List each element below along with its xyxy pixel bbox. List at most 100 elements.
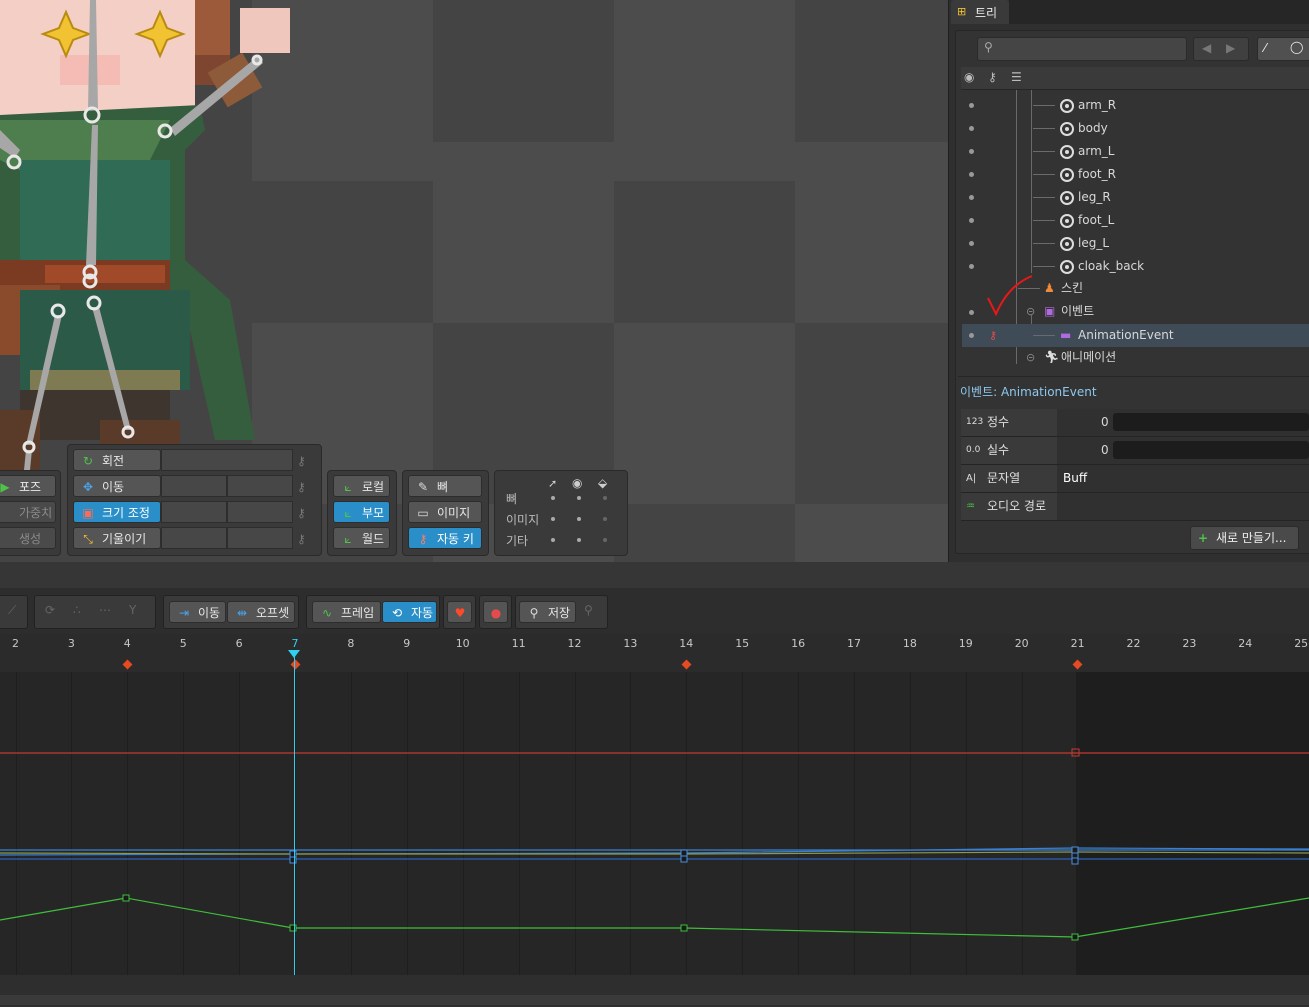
tree-item-animations[interactable]: ⊝ 🏃︎ 애니메이션 <box>962 346 1309 369</box>
timeline-move-button[interactable]: ⇥ 이동 <box>169 601 226 623</box>
ghost-button[interactable]: ● <box>483 601 508 623</box>
visibility-toggle[interactable] <box>969 172 974 177</box>
vis-toggle[interactable] <box>577 517 581 521</box>
curve-linear-icon[interactable]: ⟋ <box>8 603 16 618</box>
green-curve-key <box>680 924 688 932</box>
timeline-offset-button[interactable]: ⇹ 오프셋 <box>227 601 295 623</box>
visibility-toggle[interactable] <box>969 149 974 154</box>
scale-tool-button[interactable]: ▣ 크기 조정 <box>73 501 161 523</box>
prop-string-field[interactable]: Buff <box>1057 465 1309 492</box>
move-tool-button[interactable]: ✥ 이동 <box>73 475 161 497</box>
move-x-slot[interactable] <box>161 475 227 497</box>
playhead-handle[interactable] <box>288 650 300 658</box>
vis-toggle[interactable] <box>577 496 581 500</box>
local-axes-button[interactable]: ⟀ 로컬 <box>333 475 390 497</box>
visibility-column-icon[interactable]: ◉ <box>964 70 974 84</box>
frame-tick-label: 9 <box>403 637 411 650</box>
load-pose-icon[interactable]: ⚲ <box>584 603 593 617</box>
auto-key-button[interactable]: ⚷ 자동 키 <box>408 527 482 549</box>
rotate-key-icon[interactable]: ⚷ <box>297 454 311 468</box>
tree-item-label: 애니메이션 <box>1061 350 1117 364</box>
vis-toggle[interactable] <box>603 496 607 500</box>
vis-toggle[interactable] <box>603 538 607 542</box>
prop-float-value: 0 <box>1101 443 1109 457</box>
shear-y-slot[interactable] <box>227 527 293 549</box>
hierarchy-column-icon[interactable]: ☰ <box>1011 70 1022 84</box>
float-slider[interactable] <box>1113 441 1309 459</box>
dotted-icon[interactable]: ⋯ <box>99 603 111 617</box>
search-prev-icon[interactable]: ◀ <box>1202 41 1211 55</box>
visibility-toggle[interactable] <box>969 195 974 200</box>
tree-item-body[interactable]: body <box>962 117 1309 140</box>
shear-key-icon[interactable]: ⚷ <box>297 532 311 546</box>
auto-button[interactable]: ⟲ 자동 <box>382 601 437 623</box>
prop-audio-field[interactable] <box>1057 493 1309 520</box>
vis-toggle[interactable] <box>551 538 555 542</box>
tree-item-arm-r[interactable]: arm_R <box>962 94 1309 117</box>
move-y-slot[interactable] <box>227 475 293 497</box>
shear-x-slot[interactable] <box>161 527 227 549</box>
vis-toggle[interactable] <box>603 517 607 521</box>
new-event-button[interactable]: + 새로 만들기... <box>1190 526 1299 550</box>
bezier-icon[interactable]: ∴ <box>73 603 81 617</box>
scale-y-slot[interactable] <box>227 501 293 523</box>
weights-mode-button[interactable]: 가중치 <box>0 501 56 523</box>
scale-key-icon[interactable]: ⚷ <box>297 506 311 520</box>
circle-icon[interactable]: ◯ <box>1290 40 1303 54</box>
save-pose-button[interactable]: ⚲ 저장 <box>519 601 576 623</box>
visibility-toggle[interactable] <box>969 103 974 108</box>
stepped-icon[interactable]: ⟳ <box>45 603 55 617</box>
visibility-toggle[interactable] <box>969 264 974 269</box>
int-slider[interactable] <box>1113 413 1309 431</box>
prop-int-value: 0 <box>1101 415 1109 429</box>
vis-toggle[interactable] <box>551 496 555 500</box>
keys-column-icon[interactable]: ⚷ <box>988 70 997 84</box>
tree-item-leg-r[interactable]: leg_R <box>962 186 1309 209</box>
editor-viewport[interactable]: ▶ 포즈 가중치 생성 ↻ 회전 ⚷ ✥ 이동 ⚷ ▣ 크기 조정 ⚷ ⤡ 기울… <box>0 0 948 562</box>
merge-icon[interactable]: Y <box>129 603 136 617</box>
vis-toggle[interactable] <box>551 517 555 521</box>
move-key-icon[interactable]: ⚷ <box>297 480 311 494</box>
tree-item-arm-l[interactable]: arm_L <box>962 140 1309 163</box>
rotate-value-slot[interactable] <box>161 449 293 471</box>
curves-svg[interactable] <box>0 672 1309 975</box>
tree-item-foot-r[interactable]: foot_R <box>962 163 1309 186</box>
add-icon: + <box>1198 531 1209 545</box>
bone-icon <box>1060 191 1074 205</box>
splitter[interactable] <box>0 562 1309 588</box>
tab-tree[interactable]: ⊞ 트리 <box>951 0 1009 24</box>
ghost-group: ● <box>479 595 512 629</box>
bone-compensate-button[interactable]: ✎ 뼈 <box>408 475 482 497</box>
visibility-toggle[interactable] <box>969 126 974 131</box>
frame-tick-label: 16 <box>791 637 806 650</box>
parent-axes-button[interactable]: ⟀ 부모 <box>333 501 390 523</box>
frame-button[interactable]: ∿ 프레임 <box>312 601 381 623</box>
world-axes-button[interactable]: ⟀ 월드 <box>333 527 390 549</box>
tree-item-foot-l[interactable]: foot_L <box>962 209 1309 232</box>
prop-int-field[interactable]: 0 <box>1057 409 1309 436</box>
visibility-toggle[interactable] <box>969 218 974 223</box>
ghost-key-icon: ● <box>490 606 502 620</box>
frame-tick-label: 17 <box>847 637 861 650</box>
vis-toggle[interactable] <box>577 538 581 542</box>
scale-x-slot[interactable] <box>161 501 227 523</box>
visibility-toggle[interactable] <box>969 241 974 246</box>
search-next-icon[interactable]: ▶ <box>1226 41 1235 55</box>
playhead-line[interactable] <box>294 652 295 975</box>
image-compensate-button[interactable]: ▭ 이미지 <box>408 501 482 523</box>
brush-icon[interactable]: ⁄ <box>1264 41 1266 55</box>
tree-search-input[interactable]: ⚲ <box>977 37 1187 61</box>
create-mode-button[interactable]: 생성 <box>0 527 56 549</box>
rotate-tool-button[interactable]: ↻ 회전 <box>73 449 161 471</box>
tree-item-leg-l[interactable]: leg_L <box>962 232 1309 255</box>
scale-tool-label: 크기 조정 <box>102 506 150 520</box>
key-all-button[interactable]: ♥ <box>447 601 472 623</box>
shear-tool-button[interactable]: ⤡ 기울이기 <box>73 527 161 549</box>
pose-mode-button[interactable]: ▶ 포즈 <box>0 475 56 497</box>
visibility-toggle[interactable] <box>969 333 974 338</box>
collapse-icon[interactable]: ⊝ <box>1026 346 1035 369</box>
character-sprite[interactable] <box>0 0 300 470</box>
prop-float-field[interactable]: 0 <box>1057 437 1309 464</box>
visibility-toggle[interactable] <box>969 310 974 315</box>
horizontal-scrollbar[interactable] <box>0 995 1309 1005</box>
